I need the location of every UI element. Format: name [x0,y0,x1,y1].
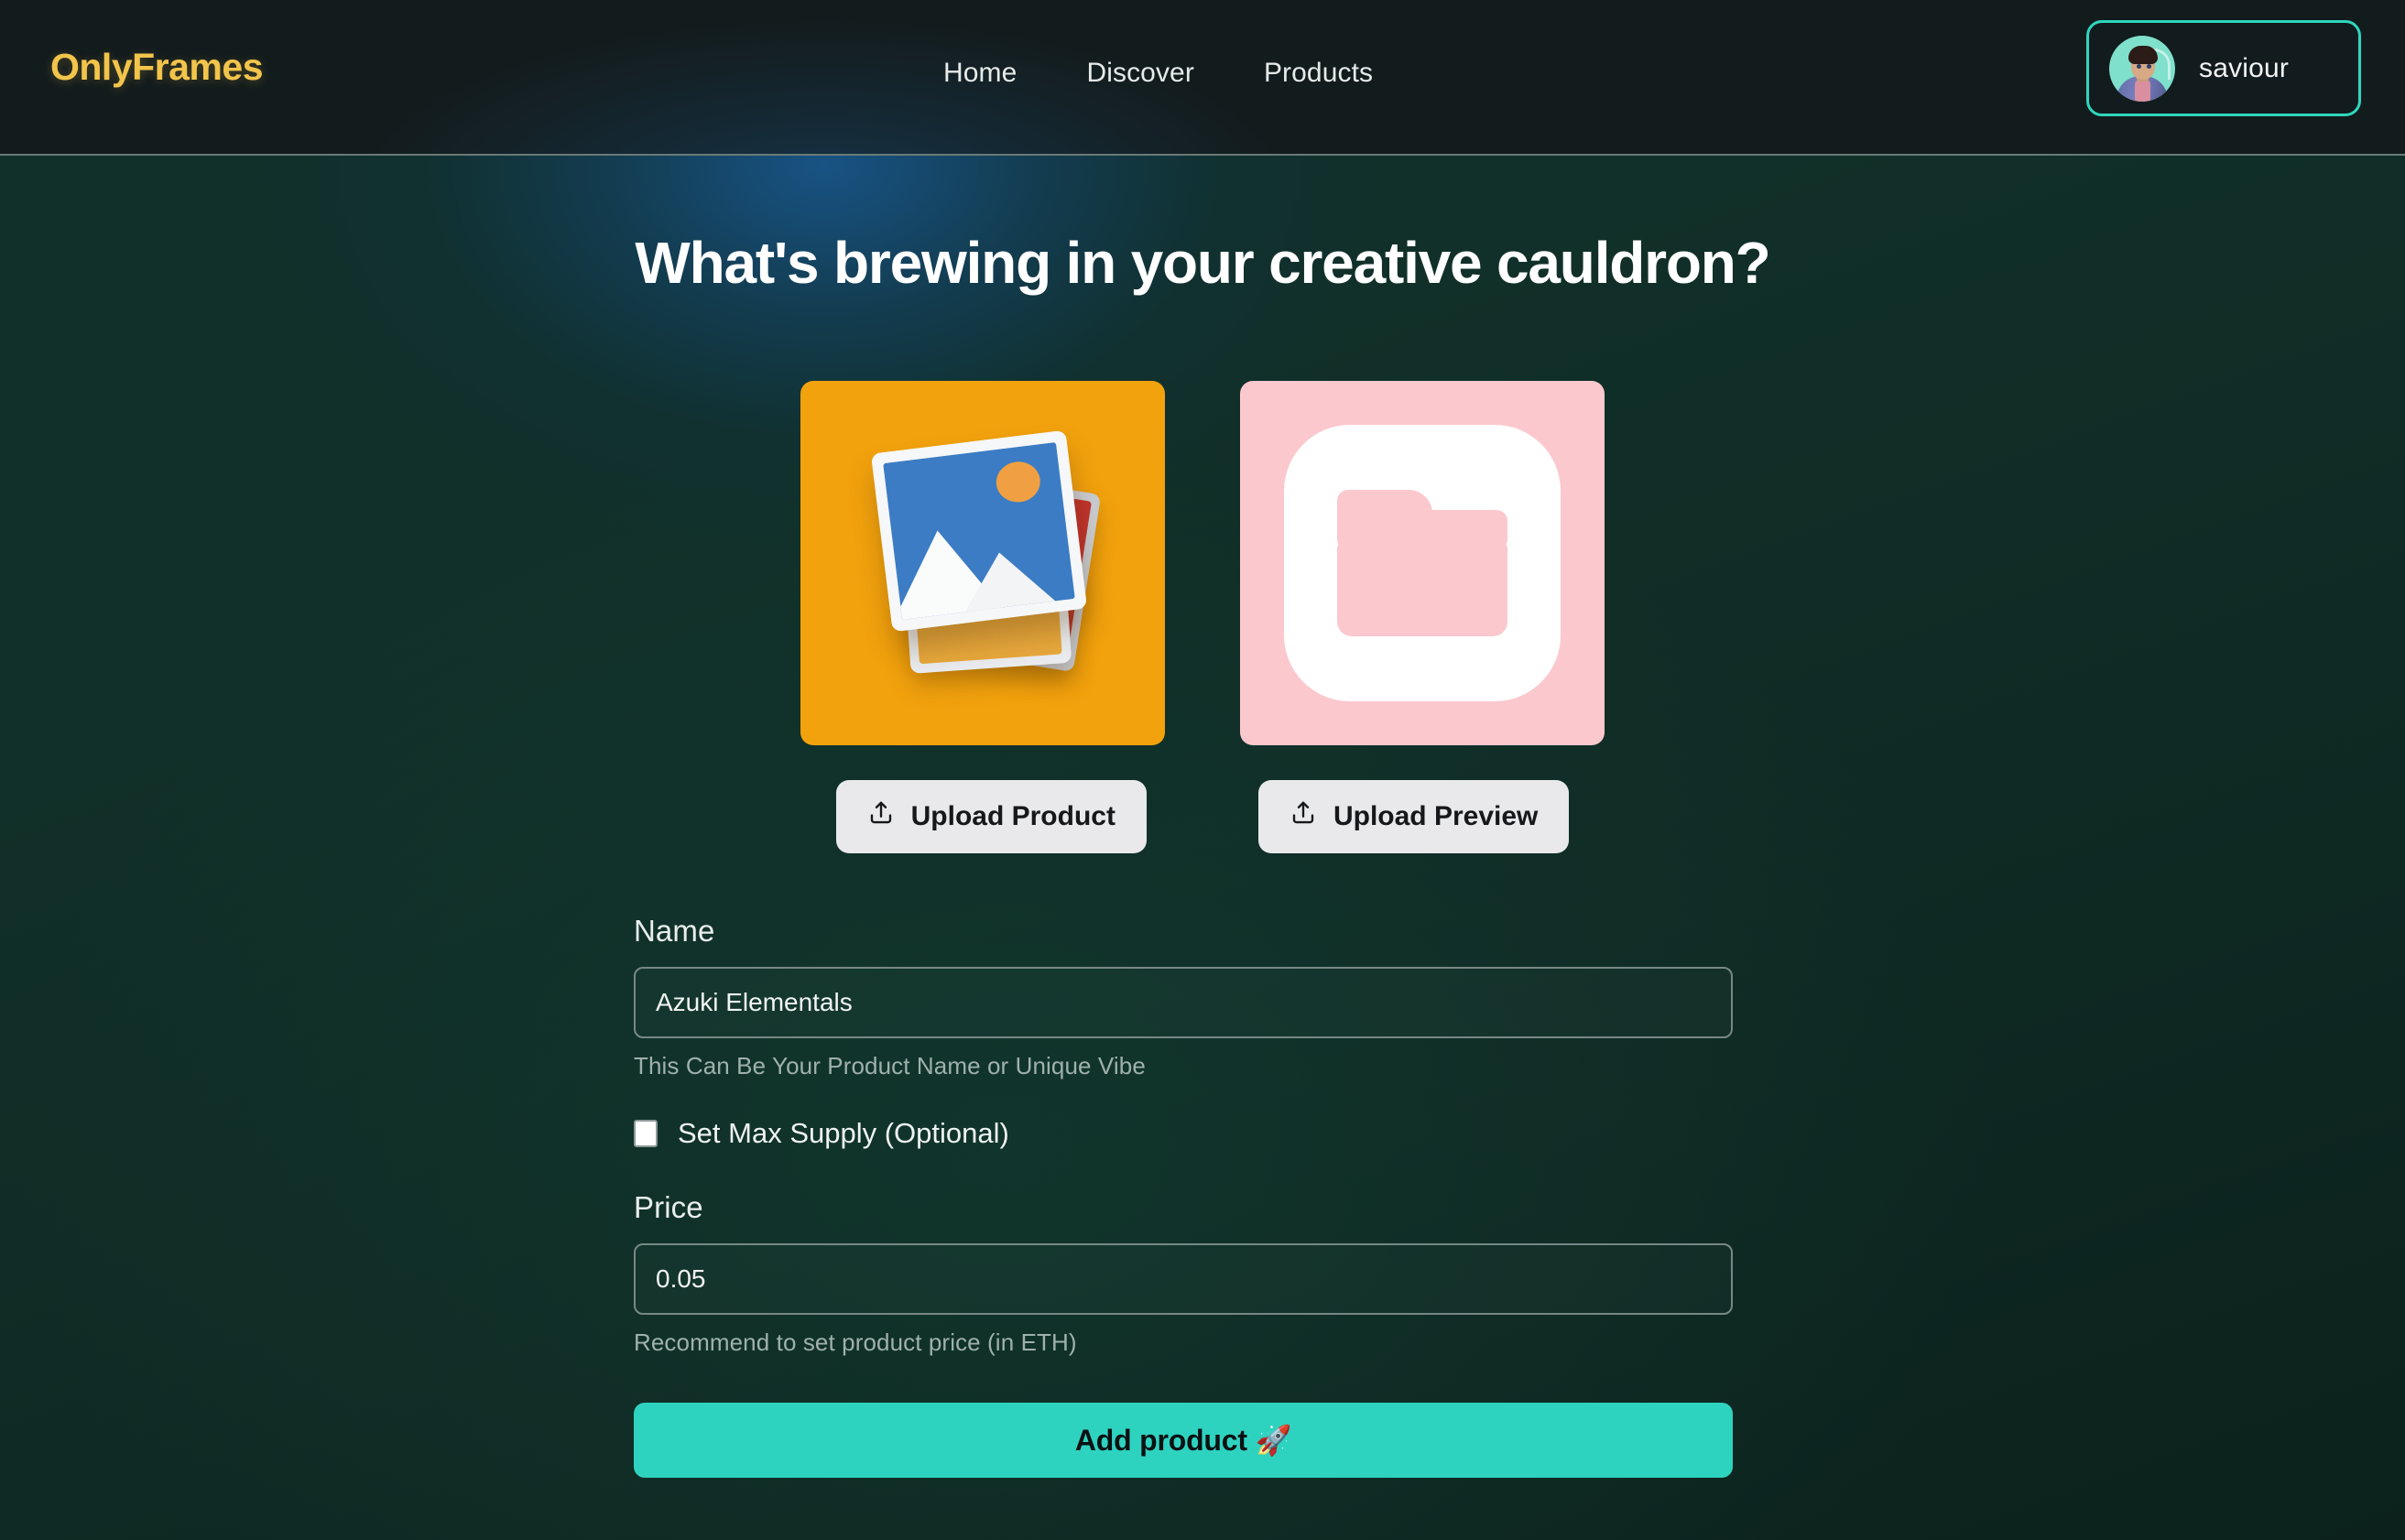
product-image-tile[interactable] [800,381,1165,745]
add-product-button[interactable]: Add product 🚀 [634,1403,1733,1478]
max-supply-checkbox[interactable] [634,1120,658,1147]
price-field-label: Price [634,1190,703,1224]
max-supply-label[interactable]: Set Max Supply (Optional) [678,1117,1009,1150]
user-name-label: saviour [2199,52,2290,83]
main-content: What's brewing in your creative cauldron… [0,156,2405,1540]
photo-front-landscape [870,429,1088,633]
upload-buttons-row: Upload Product Upload Preview [0,780,2405,853]
folder-icon [1284,425,1561,701]
add-product-form: Name This Can Be Your Product Name or Un… [634,914,1733,1478]
price-field-block: Price Recommend to set product price (in… [634,1190,1733,1357]
site-header: OnlyFrames Home Discover Products saviou… [0,0,2405,156]
user-profile-badge[interactable]: saviour [2086,20,2361,116]
max-supply-row: Set Max Supply (Optional) [634,1117,1733,1150]
avatar-eye-right [2147,63,2151,69]
avatar-shirt [2135,79,2150,102]
photo-stack-icon [868,425,1102,690]
nav-link-discover[interactable]: Discover [1086,58,1194,89]
sun-shape [994,459,1043,505]
name-field-label: Name [634,914,715,948]
price-field-helper: Recommend to set product price (in ETH) [634,1329,1077,1356]
avatar-hair [2128,45,2158,64]
upload-product-button[interactable]: Upload Product [835,780,1147,853]
name-input[interactable] [634,967,1733,1038]
folder-front [1337,543,1507,636]
page-title: What's brewing in your creative cauldron… [635,230,1770,296]
upload-icon [867,799,895,834]
mountain-small-shape [955,546,1060,616]
price-input[interactable] [634,1243,1733,1315]
nav-link-products[interactable]: Products [1264,58,1373,89]
nav-link-home[interactable]: Home [943,58,1017,89]
upload-preview-tiles [0,381,2405,745]
upload-icon [1290,799,1317,834]
main-navigation: Home Discover Products [943,58,1373,89]
preview-image-tile[interactable] [1240,381,1605,745]
avatar [2109,35,2175,102]
upload-preview-button-label: Upload Preview [1333,801,1539,831]
upload-product-button-label: Upload Product [910,801,1115,831]
upload-preview-button[interactable]: Upload Preview [1257,780,1570,853]
avatar-eye-left [2137,63,2141,69]
name-field-helper: This Can Be Your Product Name or Unique … [634,1052,1146,1079]
brand-logo[interactable]: OnlyFrames [50,46,264,89]
